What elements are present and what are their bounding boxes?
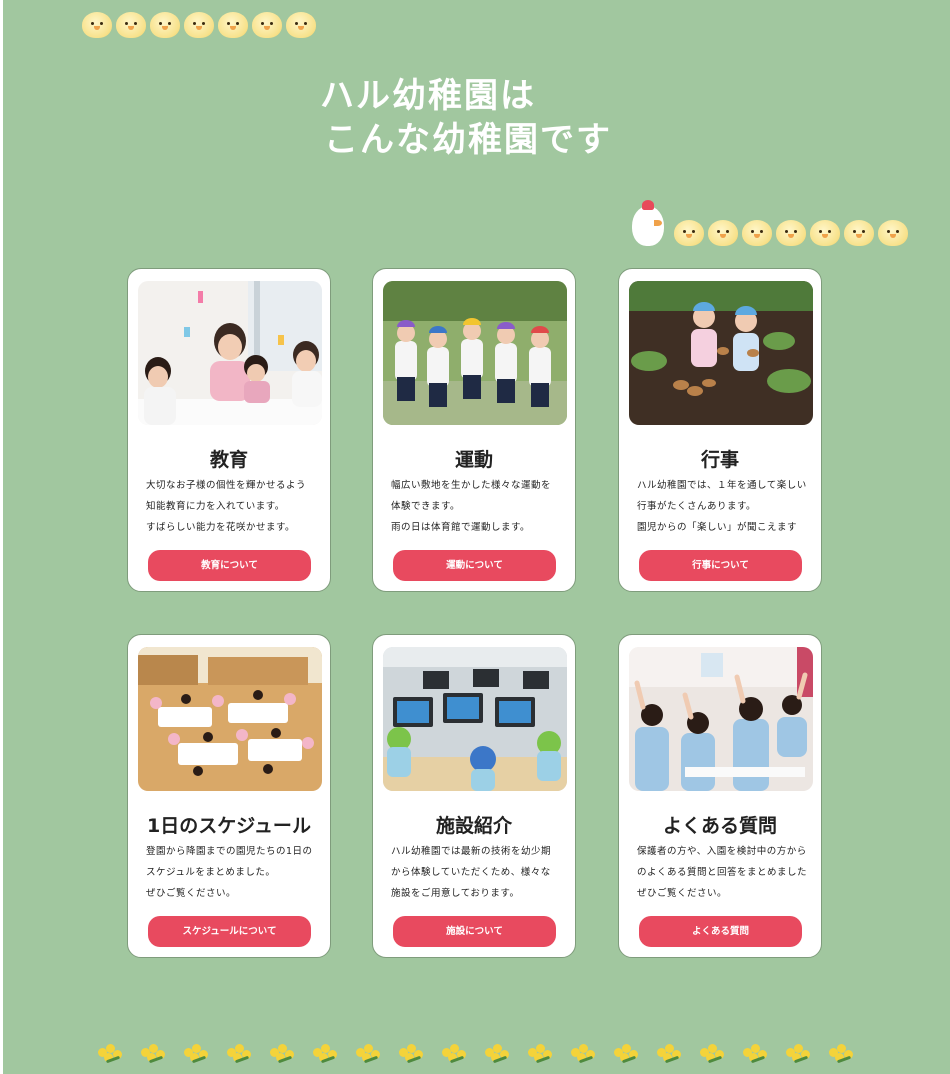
- schedule-button[interactable]: スケジュールについて: [148, 916, 311, 947]
- flower-decoration-bottom: [96, 1044, 856, 1070]
- chick-icon: [810, 220, 840, 246]
- flower-icon: [225, 1044, 254, 1070]
- chick-icon: [878, 220, 908, 246]
- card-text-line: 園児からの「楽しい」が聞こえます: [637, 522, 798, 533]
- flower-icon: [397, 1044, 426, 1070]
- chick-icon: [776, 220, 806, 246]
- events-photo: [629, 281, 813, 425]
- card-schedule: 1日のスケジュール 登園から降園までの園児たちの1日の スケジュルをまとめました…: [127, 634, 331, 958]
- card-description: ハル幼稚園では最新の技術を幼少期 から体験していただくため、様々な 施設をご用意…: [391, 841, 565, 904]
- flower-icon: [784, 1044, 813, 1070]
- title-line-1: ハル幼稚園は: [320, 76, 536, 116]
- education-button[interactable]: 教育について: [148, 550, 311, 581]
- card-title: 教育: [209, 449, 248, 471]
- card-text-line: 大切なお子様の個性を輝かせるよう: [146, 480, 307, 491]
- flower-icon: [569, 1044, 598, 1070]
- page-title: ハル幼稚園は こんな幼稚園です: [320, 74, 612, 162]
- card-text-line: すばらしい能力を花咲かせます。: [146, 522, 296, 533]
- card-title: 施設紹介: [435, 815, 512, 837]
- card-title: 1日のスケジュール: [147, 815, 311, 837]
- chick-icon: [252, 12, 282, 38]
- flower-icon: [268, 1044, 297, 1070]
- flower-icon: [139, 1044, 168, 1070]
- card-text-line: 知能教育に力を入れています。: [146, 501, 285, 512]
- card-text-line: 保護者の方や、入園を検討中の方から: [637, 846, 807, 857]
- flower-icon: [698, 1044, 727, 1070]
- card-education: 教育 大切なお子様の個性を輝かせるよう 知能教育に力を入れています。 すばらしい…: [127, 268, 331, 592]
- chick-icon: [150, 12, 180, 38]
- card-description: 幅広い敷地を生かした様々な運動を 体験できます。 雨の日は体育館で運動します。: [391, 475, 565, 538]
- card-text-line: ぜひご覧ください。: [637, 888, 728, 899]
- card-title: よくある質問: [662, 815, 777, 837]
- card-description: ハル幼稚園では、１年を通して楽しい 行事がたくさんあります。 園児からの「楽しい…: [637, 475, 811, 538]
- title-line-2: こんな幼稚園です: [324, 120, 612, 160]
- card-description: 登園から降園までの園児たちの1日の スケジュルをまとめました。 ぜひご覧ください…: [146, 841, 320, 904]
- left-edge: [0, 0, 3, 1074]
- faq-button[interactable]: よくある質問: [639, 916, 802, 947]
- flower-icon: [827, 1044, 856, 1070]
- card-text-line: のよくある質問と回答をまとめました: [637, 867, 808, 878]
- flower-icon: [311, 1044, 340, 1070]
- card-text-line: 体験できます。: [391, 501, 461, 512]
- chick-icon: [286, 12, 316, 38]
- hen-icon: [632, 200, 664, 246]
- faq-photo: [629, 647, 813, 791]
- flower-icon: [612, 1044, 641, 1070]
- chick-icon: [116, 12, 146, 38]
- flower-icon: [354, 1044, 383, 1070]
- events-button[interactable]: 行事について: [639, 550, 802, 581]
- card-facilities: 施設紹介 ハル幼稚園では最新の技術を幼少期 から体験していただくため、様々な 施…: [372, 634, 576, 958]
- flower-icon: [440, 1044, 469, 1070]
- card-title: 運動: [454, 449, 493, 471]
- flower-icon: [182, 1044, 211, 1070]
- card-text-line: ハル幼稚園では最新の技術を幼少期: [391, 846, 552, 857]
- facilities-photo: [383, 647, 567, 791]
- card-text-line: 施設をご用意しております。: [391, 888, 520, 899]
- card-text-line: 行事がたくさんあります。: [637, 501, 757, 512]
- card-text-line: 幅広い敷地を生かした様々な運動を: [391, 480, 552, 491]
- card-text-line: から体験していただくため、様々な: [391, 867, 551, 878]
- card-description: 保護者の方や、入園を検討中の方から のよくある質問と回答をまとめました ぜひご覧…: [637, 841, 811, 904]
- card-text-line: スケジュルをまとめました。: [146, 867, 276, 878]
- schedule-photo: [138, 647, 322, 791]
- chick-icon: [708, 220, 738, 246]
- card-exercise: 運動 幅広い敷地を生かした様々な運動を 体験できます。 雨の日は体育館で運動しま…: [372, 268, 576, 592]
- chick-icon: [742, 220, 772, 246]
- chick-icon: [184, 12, 214, 38]
- flower-icon: [483, 1044, 512, 1070]
- flower-icon: [96, 1044, 125, 1070]
- chick-decoration-top: [82, 12, 316, 38]
- exercise-photo: [383, 281, 567, 425]
- card-description: 大切なお子様の個性を輝かせるよう 知能教育に力を入れています。 すばらしい能力を…: [146, 475, 320, 538]
- exercise-button[interactable]: 運動について: [393, 550, 556, 581]
- hen-decoration: [632, 200, 908, 246]
- card-text-line: ぜひご覧ください。: [146, 888, 237, 899]
- chick-icon: [674, 220, 704, 246]
- card-text-line: ハル幼稚園では、１年を通して楽しい: [637, 480, 807, 491]
- card-faq: よくある質問 保護者の方や、入園を検討中の方から のよくある質問と回答をまとめま…: [618, 634, 822, 958]
- chick-icon: [218, 12, 248, 38]
- flower-icon: [655, 1044, 684, 1070]
- card-title: 行事: [700, 449, 739, 471]
- chick-icon: [82, 12, 112, 38]
- chick-icon: [844, 220, 874, 246]
- flower-icon: [526, 1044, 555, 1070]
- card-text-line: 雨の日は体育館で運動します。: [391, 522, 531, 533]
- card-text-line: 登園から降園までの園児たちの1日の: [146, 846, 313, 857]
- flower-icon: [741, 1044, 770, 1070]
- facilities-button[interactable]: 施設について: [393, 916, 556, 947]
- education-photo: [138, 281, 322, 425]
- card-events: 行事 ハル幼稚園では、１年を通して楽しい 行事がたくさんあります。 園児からの「…: [618, 268, 822, 592]
